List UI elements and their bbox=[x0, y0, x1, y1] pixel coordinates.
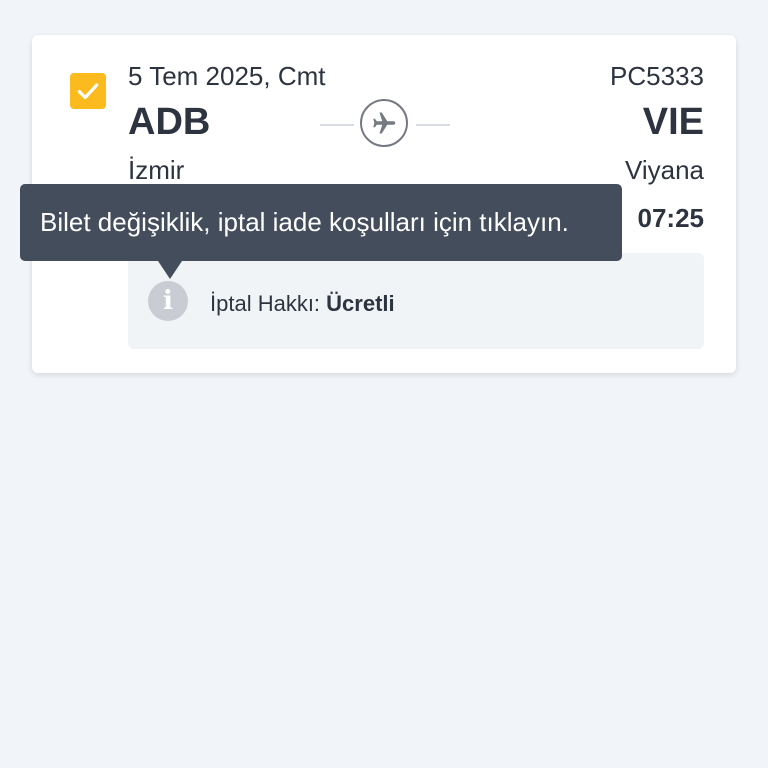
destination-airport-code: VIE bbox=[642, 101, 704, 143]
destination-city: Viyana bbox=[624, 155, 704, 185]
origin-airport-code: ADB bbox=[128, 101, 211, 143]
arrival-time: 07:25 bbox=[637, 203, 705, 233]
tooltip-arrow bbox=[158, 261, 182, 279]
tooltip-text: Bilet değişiklik, iptal iade koşulları i… bbox=[40, 207, 569, 237]
refund-tooltip: Bilet değişiklik, iptal iade koşulları i… bbox=[20, 184, 622, 279]
origin-city: İzmir bbox=[128, 155, 185, 185]
refund-label: İptal Hakkı: bbox=[210, 291, 321, 316]
plane-icon bbox=[360, 99, 408, 147]
page: 5 Tem 2025, Cmt PC5333 ADB VIE İzmir Viy… bbox=[0, 0, 768, 768]
refund-value: Ücretli bbox=[326, 291, 395, 316]
refund-rule-text: İptal Hakkı: Ücretli bbox=[210, 291, 395, 317]
refund-rules-box[interactable]: i İptal Hakkı: Ücretli bbox=[128, 253, 704, 349]
info-icon[interactable]: i bbox=[148, 281, 188, 321]
route-line-right bbox=[416, 124, 450, 126]
flight-number: PC5333 bbox=[610, 61, 704, 91]
check-icon bbox=[77, 83, 99, 100]
route-line-left bbox=[320, 124, 354, 126]
flight-date: 5 Tem 2025, Cmt bbox=[128, 61, 326, 91]
flight-select-checkbox[interactable] bbox=[70, 73, 106, 109]
